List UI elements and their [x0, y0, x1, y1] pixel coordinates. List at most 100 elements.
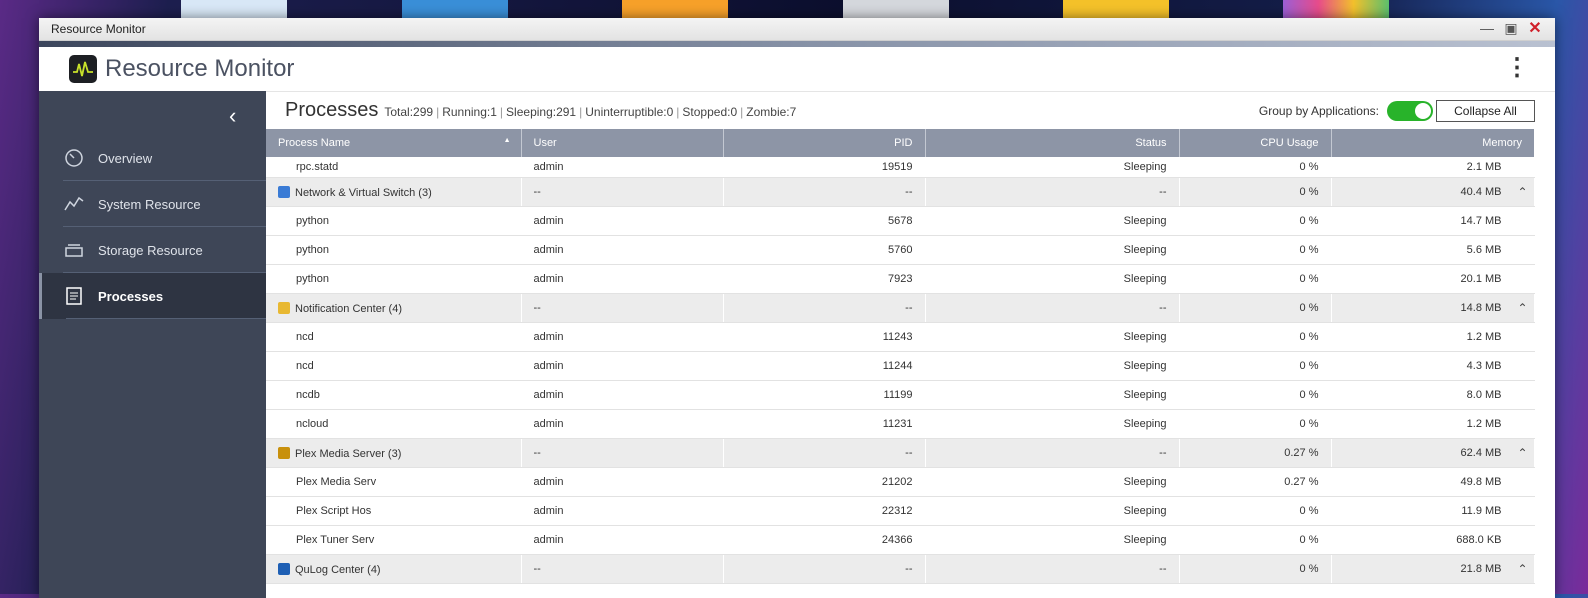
app-icon	[278, 562, 290, 575]
chevron-up-icon[interactable]: ⌃	[1517, 562, 1527, 576]
gauge-icon	[63, 147, 85, 169]
table-row[interactable]: ncloud admin 11231 Sleeping 0 % 1.2 MB	[266, 409, 1535, 439]
memory-cell: 49.8 MB	[1331, 467, 1535, 497]
processes-panel: Processes Total:299 | Running:1 | Sleeping:2…	[266, 91, 1555, 598]
sort-ascending-icon: ▲	[503, 137, 511, 144]
group-by-toggle[interactable]	[1387, 101, 1433, 121]
process-name-cell: ncd	[266, 322, 522, 352]
user-cell: admin	[521, 351, 724, 381]
sidebar-item-storage-resource[interactable]: Storage Resource	[39, 227, 266, 273]
memory-cell: 21.8 MB ⌃	[1331, 554, 1535, 584]
chevron-up-icon[interactable]: ⌃	[1517, 446, 1527, 460]
process-name-cell: Plex Media Server (3)	[266, 438, 522, 468]
col-cpu-usage[interactable]: CPU Usage	[1179, 129, 1332, 157]
pid-cell: 7923	[723, 264, 926, 294]
table-row[interactable]: Plex Tuner Serv admin 24366 Sleeping 0 % 688.…	[266, 525, 1535, 555]
storage-icon	[63, 239, 85, 261]
col-status[interactable]: Status	[925, 129, 1180, 157]
collapse-all-button[interactable]: Collapse All	[1436, 100, 1535, 122]
user-cell: admin	[521, 380, 724, 410]
status-cell: Sleeping	[925, 409, 1180, 439]
table-row[interactable]: ncd admin 11243 Sleeping 0 % 1.2 MB	[266, 322, 1535, 352]
maximize-icon[interactable]: ▣	[1503, 20, 1519, 36]
process-name: Plex Media Server (3)	[295, 447, 402, 460]
table-row[interactable]: python admin 7923 Sleeping 0 % 20.1 MB	[266, 264, 1535, 294]
process-stat: Running:1	[442, 105, 497, 119]
pid-cell: 5760	[723, 235, 926, 265]
app-title: Resource Monitor	[105, 55, 295, 82]
sidebar-item-processes[interactable]: Processes	[39, 273, 266, 319]
pid-cell: --	[723, 177, 926, 207]
col-process-name[interactable]: Process Name ▲	[266, 129, 522, 157]
user-cell: admin	[521, 322, 724, 352]
user-cell: --	[521, 438, 724, 468]
process-name-cell: rpc.statd	[266, 157, 522, 178]
memory-cell: 20.1 MB	[1331, 264, 1535, 294]
status-cell: Sleeping	[925, 264, 1180, 294]
status-cell: Sleeping	[925, 206, 1180, 236]
cpu-cell: 0 %	[1179, 554, 1332, 584]
minimize-icon[interactable]: —	[1479, 20, 1495, 36]
table-row[interactable]: ncd admin 11244 Sleeping 0 % 4.3 MB	[266, 351, 1535, 381]
cpu-cell: 0 %	[1179, 177, 1332, 207]
collapse-sidebar-icon[interactable]: ‹	[229, 103, 236, 129]
pid-cell: 24366	[723, 525, 926, 555]
col-pid[interactable]: PID	[723, 129, 926, 157]
cpu-cell: 0 %	[1179, 235, 1332, 265]
memory-value: 688.0 KB	[1456, 534, 1502, 546]
chevron-up-icon[interactable]: ⌃	[1517, 301, 1527, 315]
table-row[interactable]: python admin 5678 Sleeping 0 % 14.7 MB	[266, 206, 1535, 236]
app-header: Resource Monitor ⋮	[39, 47, 1555, 92]
memory-cell: 8.0 MB	[1331, 380, 1535, 410]
resource-monitor-logo-icon	[69, 55, 97, 83]
cpu-cell: 0 %	[1179, 496, 1332, 526]
app-icon	[278, 301, 290, 314]
cpu-cell: 0 %	[1179, 206, 1332, 236]
memory-cell: 62.4 MB ⌃	[1331, 438, 1535, 468]
table-row[interactable]: ncdb admin 11199 Sleeping 0 % 8.0 MB	[266, 380, 1535, 410]
table-row[interactable]: Plex Script Hos admin 22312 Sleeping 0 % 11.9…	[266, 496, 1535, 526]
app-icon	[278, 185, 290, 198]
col-memory[interactable]: Memory	[1331, 129, 1534, 157]
user-cell: admin	[521, 235, 724, 265]
table-row[interactable]: rpc.statd admin 19519 Sleeping 0 % 2.1 MB	[266, 157, 1535, 178]
user-cell: --	[521, 293, 724, 323]
sidebar-item-overview[interactable]: Overview	[39, 135, 266, 181]
memory-cell: 1.2 MB	[1331, 409, 1535, 439]
group-by-apps: Group by Applications:	[1259, 101, 1433, 121]
status-cell: Sleeping	[925, 467, 1180, 497]
status-cell: Sleeping	[925, 496, 1180, 526]
more-options-icon[interactable]: ⋮	[1505, 53, 1529, 82]
memory-value: 14.7 MB	[1460, 215, 1502, 227]
pid-cell: 11199	[723, 380, 926, 410]
sidebar-item-label: System Resource	[98, 196, 201, 212]
sidebar-nav: Overview System Resource Storage Resource P…	[39, 135, 266, 319]
app-group-row[interactable]: Network & Virtual Switch (3) -- -- -- 0 % 40.…	[266, 177, 1535, 207]
window-titlebar[interactable]: Resource Monitor — ▣ ✕	[39, 18, 1555, 41]
process-name-cell: ncloud	[266, 409, 522, 439]
close-icon[interactable]: ✕	[1527, 20, 1543, 37]
memory-value: 1.2 MB	[1466, 331, 1502, 343]
app-group-row[interactable]: Notification Center (4) -- -- -- 0 % 14.8 MB ⌃	[266, 293, 1535, 323]
process-name: Plex Script Hos	[296, 505, 372, 517]
sidebar-item-label: Storage Resource	[98, 242, 203, 258]
memory-value: 5.6 MB	[1466, 244, 1502, 256]
process-table: Process Name ▲ User PID Status CPU Usage …	[266, 129, 1535, 584]
cpu-cell: 0 %	[1179, 157, 1332, 178]
user-cell: --	[521, 554, 724, 584]
table-row[interactable]: python admin 5760 Sleeping 0 % 5.6 MB	[266, 235, 1535, 265]
app-group-row[interactable]: Plex Media Server (3) -- -- -- 0.27 % 62.4 MB…	[266, 438, 1535, 468]
app-group-row[interactable]: QuLog Center (4) -- -- -- 0 % 21.8 MB ⌃	[266, 554, 1535, 584]
cpu-cell: 0.27 %	[1179, 467, 1332, 497]
memory-value: 8.0 MB	[1466, 389, 1502, 401]
line-chart-icon	[63, 193, 85, 215]
chevron-up-icon[interactable]: ⌃	[1517, 185, 1527, 199]
col-user[interactable]: User	[521, 129, 724, 157]
sidebar-item-system-resource[interactable]: System Resource	[39, 181, 266, 227]
status-cell: Sleeping	[925, 525, 1180, 555]
process-stat: Stopped:0	[682, 105, 738, 119]
user-cell: admin	[521, 409, 724, 439]
status-cell: Sleeping	[925, 380, 1180, 410]
pid-cell: --	[723, 554, 926, 584]
table-row[interactable]: Plex Media Serv admin 21202 Sleeping 0.27 % 4…	[266, 467, 1535, 497]
